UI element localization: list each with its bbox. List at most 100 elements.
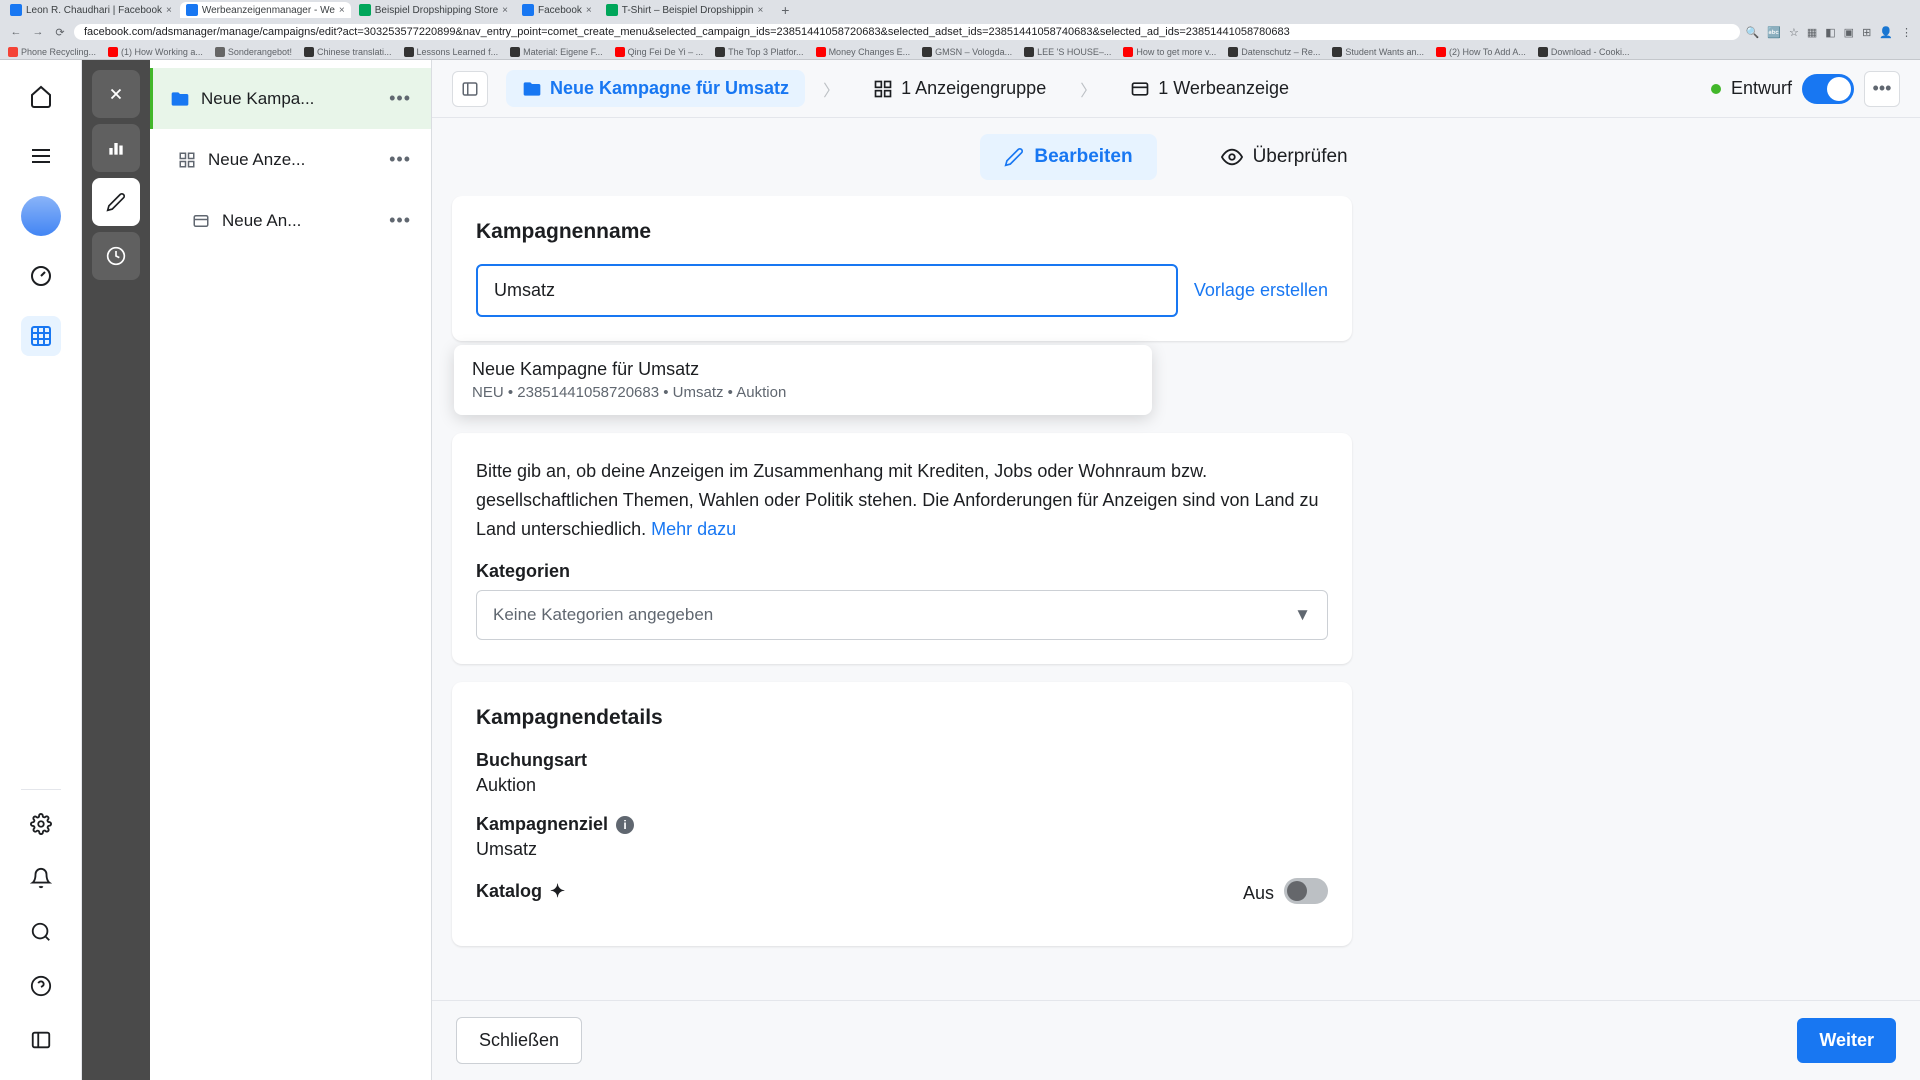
learn-more-link[interactable]: Mehr dazu — [651, 519, 736, 539]
home-icon[interactable] — [21, 76, 61, 116]
close-icon[interactable]: × — [758, 5, 764, 16]
avatar[interactable] — [21, 196, 61, 236]
menu-icon[interactable] — [21, 136, 61, 176]
tab-edit[interactable]: Bearbeiten — [980, 134, 1156, 180]
ext-icon[interactable]: ▣ — [1844, 26, 1854, 39]
bookmark[interactable]: Sonderangebot! — [215, 47, 292, 57]
info-icon[interactable]: i — [616, 816, 634, 834]
bell-icon[interactable] — [21, 858, 61, 898]
collapse-icon[interactable] — [21, 1020, 61, 1060]
browser-tab-active[interactable]: Werbeanzeigenmanager - We× — [180, 2, 351, 18]
close-icon[interactable]: × — [586, 5, 592, 16]
catalog-label: Katalog ✦ — [476, 881, 565, 902]
breadcrumb-ad[interactable]: 1 Werbeanzeige — [1114, 70, 1305, 107]
tree-campaign[interactable]: Neue Kampa... ••• — [150, 68, 431, 129]
ad-icon — [190, 210, 212, 232]
bookmark[interactable]: GMSN – Vologda... — [922, 47, 1012, 57]
more-icon[interactable]: ••• — [381, 145, 419, 174]
categories-select[interactable]: Keine Kategorien angegeben ▼ — [476, 590, 1328, 640]
card-title: Kampagnenname — [476, 220, 1328, 244]
bookmark[interactable]: Phone Recycling... — [8, 47, 96, 57]
close-icon[interactable]: × — [166, 5, 172, 16]
bookmark[interactable]: Student Wants an... — [1332, 47, 1424, 57]
browser-tab[interactable]: Beispiel Dropshipping Store× — [353, 2, 514, 18]
browser-tab[interactable]: T-Shirt – Beispiel Dropshippin× — [600, 2, 770, 18]
ext-icon[interactable]: ▦ — [1807, 26, 1817, 39]
grid-icon[interactable] — [21, 316, 61, 356]
panel-toggle-icon[interactable] — [452, 71, 488, 107]
campaign-details-card: Kampagnendetails Buchungsart Auktion Kam… — [452, 682, 1352, 946]
tree-adset[interactable]: Neue Anze... ••• — [150, 129, 431, 190]
new-tab-button[interactable]: + — [777, 2, 793, 18]
campaign-name-card: Kampagnenname Vorlage erstellen — [452, 196, 1352, 341]
url-bar[interactable]: facebook.com/adsmanager/manage/campaigns… — [74, 24, 1740, 40]
bookmark[interactable]: (1) How Working a... — [108, 47, 203, 57]
tab-strip: Leon R. Chaudhari | Facebook× Werbeanzei… — [0, 0, 1920, 20]
help-icon[interactable] — [21, 966, 61, 1006]
chevron-right-icon: 〉 — [1080, 77, 1096, 101]
campaign-name-input[interactable] — [476, 264, 1178, 317]
edit-sidebar — [82, 60, 150, 1080]
bookmark[interactable]: Download - Cooki... — [1538, 47, 1630, 57]
catalog-toggle[interactable] — [1284, 878, 1328, 904]
menu-icon[interactable]: ⋮ — [1901, 26, 1912, 39]
ext-icon[interactable]: ⊞ — [1862, 26, 1871, 39]
status-label: Entwurf — [1731, 78, 1792, 99]
structure-tree: Neue Kampa... ••• Neue Anze... ••• Neue … — [150, 60, 432, 1080]
status-dot-icon — [1711, 84, 1721, 94]
bookmark[interactable]: (2) How To Add A... — [1436, 47, 1526, 57]
left-rail — [0, 60, 82, 1080]
bookmark[interactable]: How to get more v... — [1123, 47, 1216, 57]
browser-tab[interactable]: Facebook× — [516, 2, 598, 18]
reload-icon[interactable]: ⟳ — [52, 24, 68, 40]
close-button[interactable] — [92, 70, 140, 118]
zoom-icon[interactable]: 🔍 — [1746, 26, 1760, 39]
close-icon[interactable]: × — [502, 5, 508, 16]
status-toggle[interactable] — [1802, 74, 1854, 104]
clock-icon[interactable] — [92, 232, 140, 280]
chart-icon[interactable] — [92, 124, 140, 172]
tree-ad[interactable]: Neue An... ••• — [150, 190, 431, 251]
bookmark[interactable]: LEE 'S HOUSE–... — [1024, 47, 1111, 57]
bookmark[interactable]: Lessons Learned f... — [404, 47, 499, 57]
editor-panel: Neue Kampagne für Umsatz 〉 1 Anzeigengru… — [432, 60, 1920, 1080]
breadcrumb-adset[interactable]: 1 Anzeigengruppe — [857, 70, 1062, 107]
close-button[interactable]: Schließen — [456, 1017, 582, 1064]
autocomplete-item[interactable]: Neue Kampagne für Umsatz NEU • 238514410… — [454, 345, 1152, 415]
browser-tab[interactable]: Leon R. Chaudhari | Facebook× — [4, 2, 178, 18]
bookmark[interactable]: The Top 3 Platfor... — [715, 47, 803, 57]
extension-icons: 🔍 🔤 ☆ ▦ ◧ ▣ ⊞ 👤 ⋮ — [1746, 26, 1912, 39]
booking-type-label: Buchungsart — [476, 750, 1328, 771]
bookmark[interactable]: Money Changes E... — [816, 47, 911, 57]
content-scroll[interactable]: Kampagnenname Vorlage erstellen Neue Kam… — [432, 196, 1920, 1000]
category-description: Bitte gib an, ob deine Anzeigen im Zusam… — [476, 457, 1328, 543]
star-icon[interactable]: ☆ — [1789, 26, 1799, 39]
back-icon[interactable]: ← — [8, 24, 24, 40]
gear-icon[interactable] — [21, 804, 61, 844]
booking-type-value: Auktion — [476, 775, 1328, 796]
chevron-right-icon: 〉 — [823, 77, 839, 101]
next-button[interactable]: Weiter — [1797, 1018, 1896, 1063]
more-icon[interactable]: ••• — [381, 206, 419, 235]
address-row: ← → ⟳ facebook.com/adsmanager/manage/cam… — [0, 20, 1920, 44]
close-icon[interactable]: × — [339, 5, 345, 16]
ext-icon[interactable]: ◧ — [1825, 26, 1835, 39]
search-icon[interactable] — [21, 912, 61, 952]
catalog-value: Aus — [1243, 883, 1274, 904]
profile-icon[interactable]: 👤 — [1879, 26, 1893, 39]
create-template-link[interactable]: Vorlage erstellen — [1194, 280, 1328, 301]
breadcrumb-campaign[interactable]: Neue Kampagne für Umsatz — [506, 70, 805, 107]
more-button[interactable]: ••• — [1864, 71, 1900, 107]
bookmark[interactable]: Datenschutz – Re... — [1228, 47, 1320, 57]
bookmarks-bar: Phone Recycling... (1) How Working a... … — [0, 44, 1920, 60]
gauge-icon[interactable] — [21, 256, 61, 296]
translate-icon[interactable]: 🔤 — [1767, 26, 1781, 39]
breadcrumb: Neue Kampagne für Umsatz 〉 1 Anzeigengru… — [432, 60, 1920, 118]
more-icon[interactable]: ••• — [381, 84, 419, 113]
bookmark[interactable]: Chinese translati... — [304, 47, 392, 57]
tab-review[interactable]: Überprüfen — [1197, 134, 1372, 180]
bookmark[interactable]: Qing Fei De Yi – ... — [615, 47, 704, 57]
forward-icon[interactable]: → — [30, 24, 46, 40]
bookmark[interactable]: Material: Eigene F... — [510, 47, 603, 57]
edit-icon[interactable] — [92, 178, 140, 226]
